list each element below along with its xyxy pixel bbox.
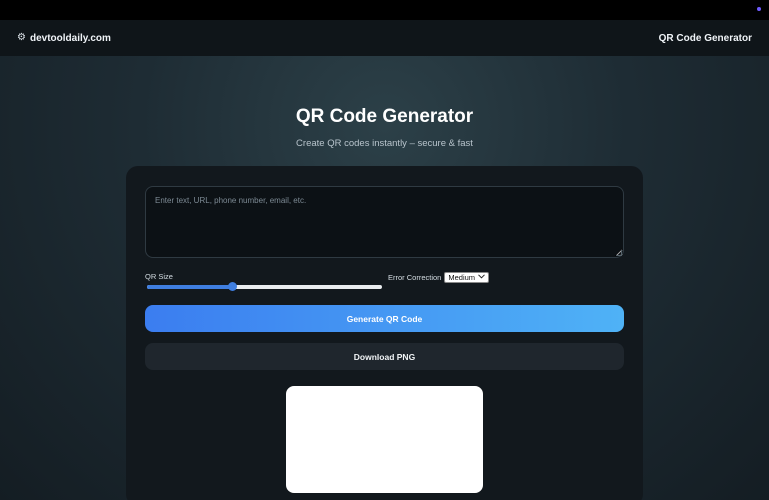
qr-size-slider-fill [147,285,232,289]
qr-size-slider-thumb[interactable] [227,282,237,291]
textarea-resize-handle[interactable] [616,250,622,256]
download-png-button[interactable]: Download PNG [145,343,624,370]
qr-size-label: QR Size [145,272,173,281]
gear-icon: ⚙ [17,32,26,43]
generate-qr-button[interactable]: Generate QR Code [145,305,624,332]
status-dot [757,7,761,11]
chevron-down-icon [478,274,485,281]
error-correction-label: Error Correction [388,273,442,282]
error-correction-select[interactable]: Medium [444,272,490,283]
error-correction-value: Medium [448,273,476,282]
top-strip [0,0,769,20]
page-title: QR Code Generator [295,106,474,127]
navbar: ⚙ devtooldaily.com QR Code Generator [0,20,769,56]
page-subtitle: Create QR codes instantly – secure & fas… [296,138,473,149]
error-correction-group: Error Correction Medium [388,272,490,283]
qr-text-input[interactable] [145,186,624,258]
generator-card: QR Size Error Correction Medium Generate… [126,166,643,500]
qr-code-preview [286,386,483,493]
qr-size-slider[interactable] [147,282,382,291]
brand-name: devtooldaily.com [29,32,111,44]
brand-link[interactable]: ⚙ devtooldaily.com [17,33,111,44]
nav-link-qr-generator[interactable]: QR Code Generator [659,33,752,44]
